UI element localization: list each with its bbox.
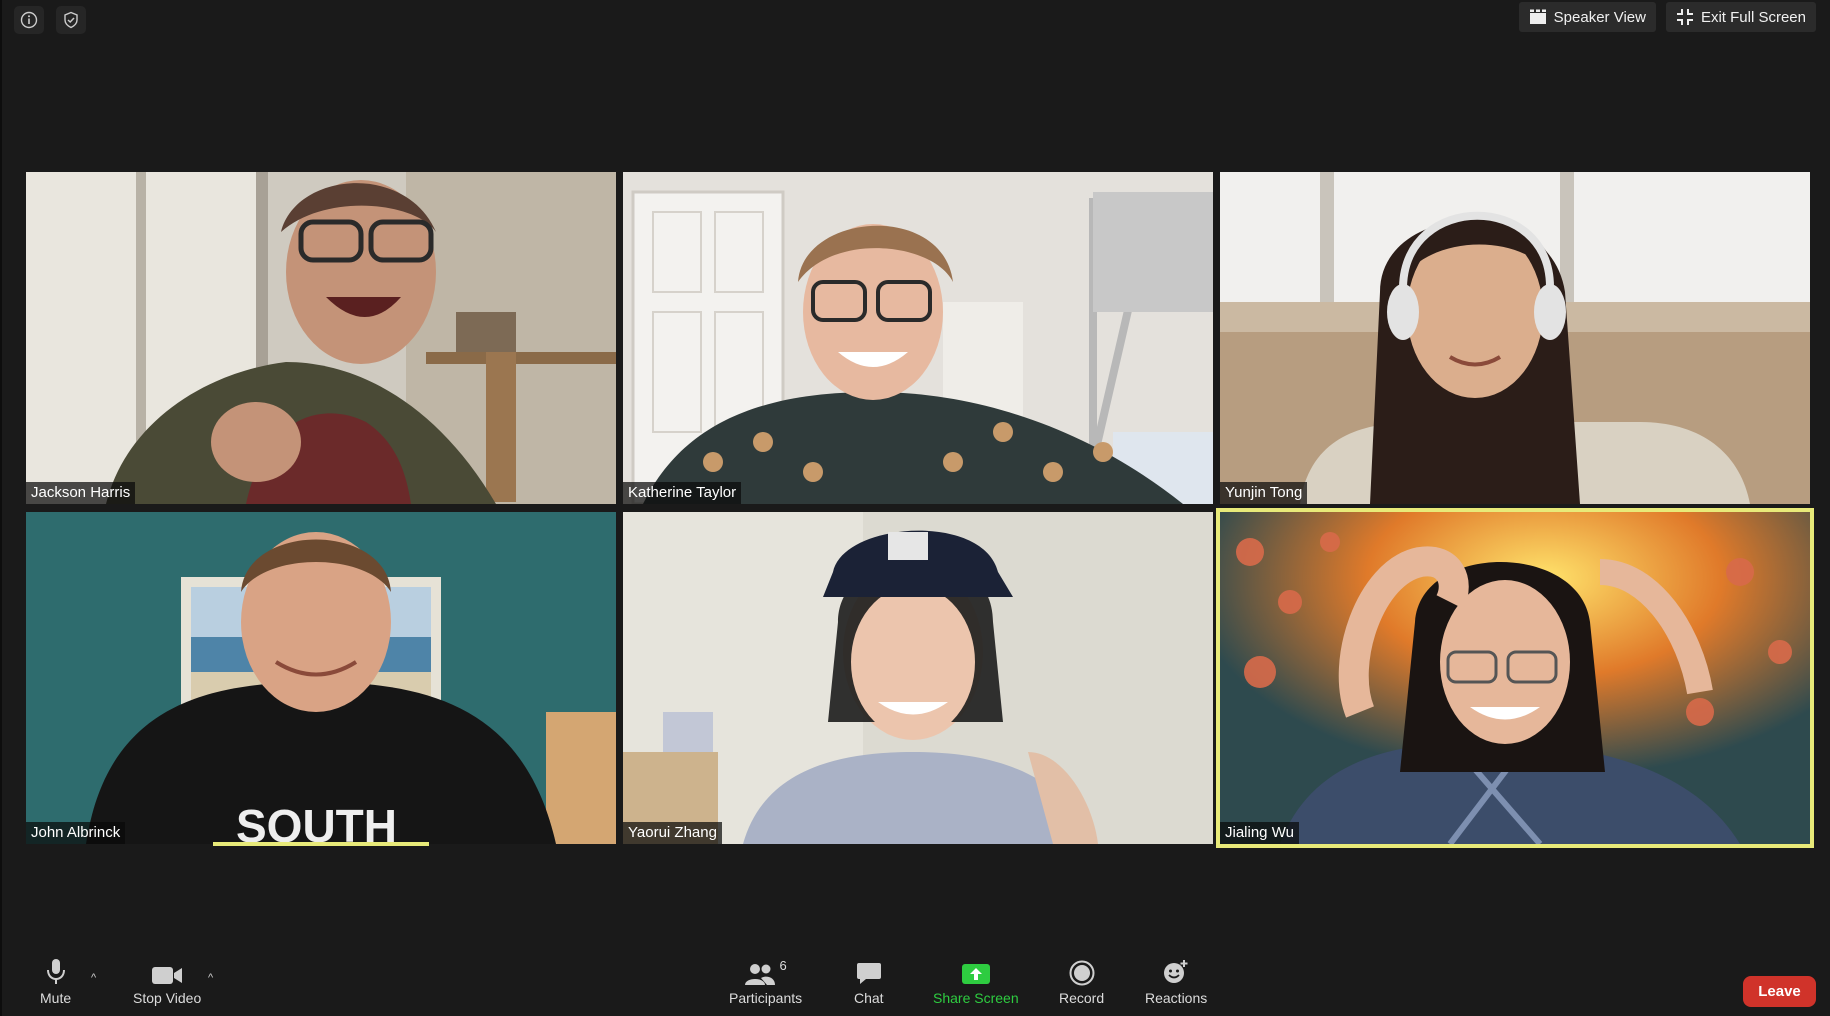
participant-video: SOUTH xyxy=(26,512,616,844)
participant-name: Jialing Wu xyxy=(1220,822,1299,844)
chat-label: Chat xyxy=(854,990,884,1006)
share-screen-button[interactable]: Share Screen xyxy=(933,958,1019,1006)
chat-bubble-icon xyxy=(856,963,881,984)
participant-video xyxy=(623,512,1213,844)
share-screen-label: Share Screen xyxy=(933,990,1019,1006)
microphone-icon xyxy=(46,959,65,984)
participants-icon xyxy=(745,964,776,985)
top-right-controls: Speaker View Exit Full Screen xyxy=(1518,2,1816,32)
info-icon xyxy=(20,11,38,29)
meeting-info-button[interactable] xyxy=(14,6,44,34)
video-tile[interactable]: Katherine Taylor xyxy=(623,172,1213,504)
meeting-toolbar: Mute ^ Stop Video ^ 6 Participants Chat xyxy=(2,958,1830,1016)
participant-video xyxy=(1220,172,1810,504)
video-tile[interactable]: Jackson Harris xyxy=(26,172,616,504)
chat-button[interactable]: Chat xyxy=(854,958,884,1006)
svg-text:SOUTH: SOUTH xyxy=(236,800,397,844)
participants-button[interactable]: 6 Participants xyxy=(729,958,802,1006)
exit-full-screen-icon xyxy=(1676,9,1693,25)
video-options-caret[interactable]: ^ xyxy=(208,972,213,984)
reactions-label: Reactions xyxy=(1145,990,1208,1006)
reactions-button[interactable]: Reactions xyxy=(1145,958,1207,1006)
top-left-controls xyxy=(14,6,86,34)
participant-video xyxy=(26,172,616,504)
participant-video xyxy=(623,172,1213,504)
reactions-smiley-icon xyxy=(1164,960,1188,983)
share-screen-icon xyxy=(961,964,990,984)
video-tile[interactable]: Yunjin Tong xyxy=(1220,172,1810,504)
video-tile[interactable]: SOUTH John Albrinck xyxy=(26,512,616,844)
speaker-view-icon xyxy=(1529,9,1546,24)
mute-label: Mute xyxy=(40,990,72,1006)
participants-label: Participants xyxy=(729,990,803,1006)
shield-check-icon xyxy=(64,11,78,29)
speaker-view-label: Speaker View xyxy=(1553,8,1646,26)
security-button[interactable] xyxy=(56,6,86,34)
participant-name: Yunjin Tong xyxy=(1220,482,1308,504)
participant-name: John Albrinck xyxy=(26,822,126,844)
stop-video-button[interactable]: Stop Video xyxy=(133,958,201,1006)
exit-full-screen-button[interactable]: Exit Full Screen xyxy=(1665,2,1816,32)
participant-name: Katherine Taylor xyxy=(623,482,742,504)
leave-button[interactable]: Leave xyxy=(1743,976,1816,1007)
record-label: Record xyxy=(1059,990,1105,1006)
participants-count: 6 xyxy=(779,958,787,973)
exit-full-screen-label: Exit Full Screen xyxy=(1700,8,1806,26)
video-tile-active-speaker[interactable]: Jialing Wu xyxy=(1216,508,1814,848)
zoom-meeting-window: Speaker View Exit Full Screen Jackson Ha… xyxy=(0,0,1830,1016)
video-camera-icon xyxy=(152,967,183,984)
video-gallery: Jackson Harris Katherine Taylor Yunjin T… xyxy=(26,172,1814,848)
speaker-view-button[interactable]: Speaker View xyxy=(1518,2,1656,32)
audio-options-caret[interactable]: ^ xyxy=(91,972,96,984)
participant-name: Jackson Harris xyxy=(26,482,136,504)
stop-video-label: Stop Video xyxy=(133,990,202,1006)
participant-video xyxy=(1220,512,1810,844)
audio-level-bar xyxy=(213,842,429,846)
mute-button[interactable]: Mute xyxy=(40,958,71,1006)
record-icon xyxy=(1069,960,1095,986)
record-button[interactable]: Record xyxy=(1059,958,1104,1006)
participant-name: Yaorui Zhang xyxy=(623,822,722,844)
video-tile[interactable]: Yaorui Zhang xyxy=(623,512,1213,844)
